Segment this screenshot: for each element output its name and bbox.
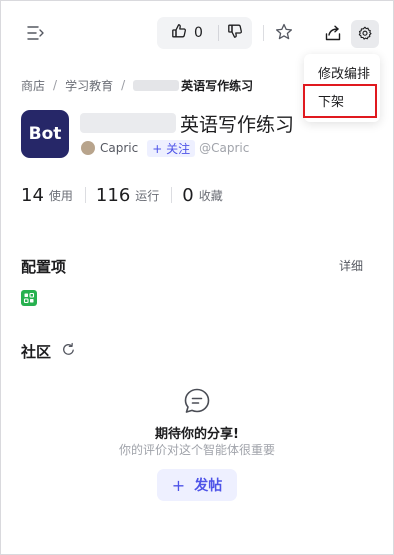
runs-count: 116 [95,184,131,206]
post-button[interactable]: + 发帖 [157,469,237,501]
uses-count: 14 [21,184,44,206]
comment-icon [183,387,211,415]
uses-label: 使用 [48,188,73,203]
thumbs-up-icon [171,23,187,43]
vote-group: 0 [157,17,252,49]
creator-avatar [81,141,95,155]
thumbs-down-icon [227,23,243,43]
breadcrumb: 商店 / 学习教育 / 英语写作练习 [21,77,253,93]
community-section-title: 社区 [21,343,52,361]
creator-name[interactable]: Capric [100,141,138,155]
favorites-count: 0 [182,184,194,206]
stat-divider [84,187,86,203]
toolbar-divider [263,25,264,41]
like-button[interactable]: 0 [157,17,218,49]
stat-divider [171,187,173,203]
empty-state-title: 期待你的分享! [155,427,239,442]
favorites-label: 收藏 [198,188,223,203]
breadcrumb-current: 英语写作练习 [181,78,254,93]
details-link[interactable]: 详细 [339,257,363,274]
breadcrumb-redacted [133,79,180,91]
like-count: 0 [194,25,203,41]
plugin-icon[interactable] [21,290,37,306]
page-title: 英语写作练习 [80,110,294,136]
breadcrumb-category[interactable]: 学习教育 [65,77,113,94]
post-button-label: 发帖 [194,478,223,494]
breadcrumb-separator: / [121,78,126,92]
empty-state-subtitle: 你的评价对这个智能体很重要 [118,443,275,457]
config-section-title: 配置项 [21,258,67,276]
settings-dropdown: 修改编排 下架 [304,54,380,122]
plus-icon: + [171,475,186,495]
breadcrumb-store[interactable]: 商店 [21,77,45,94]
runs-label: 运行 [135,188,160,203]
stats-bar: 14 使用 116 运行 0 收藏 [21,184,223,206]
creator-handle: @Capric [199,141,250,155]
settings-button[interactable] [351,20,379,48]
title-redacted [80,113,176,133]
refresh-icon[interactable] [61,342,76,357]
share-icon[interactable] [324,24,342,42]
menu-item-edit[interactable]: 修改编排 [304,57,380,87]
creator-row: Capric + 关注 @Capric [81,139,249,157]
dislike-button[interactable] [219,17,251,49]
bot-title-text: 英语写作练习 [180,113,295,136]
gear-icon [358,25,372,44]
menu-item-unpublish[interactable]: 下架 [304,85,380,115]
breadcrumb-separator: / [53,78,58,92]
collapse-sidebar-icon[interactable] [26,24,46,42]
star-icon[interactable] [274,22,294,42]
follow-button[interactable]: + 关注 [147,139,196,157]
bot-avatar: Bot [21,110,69,158]
